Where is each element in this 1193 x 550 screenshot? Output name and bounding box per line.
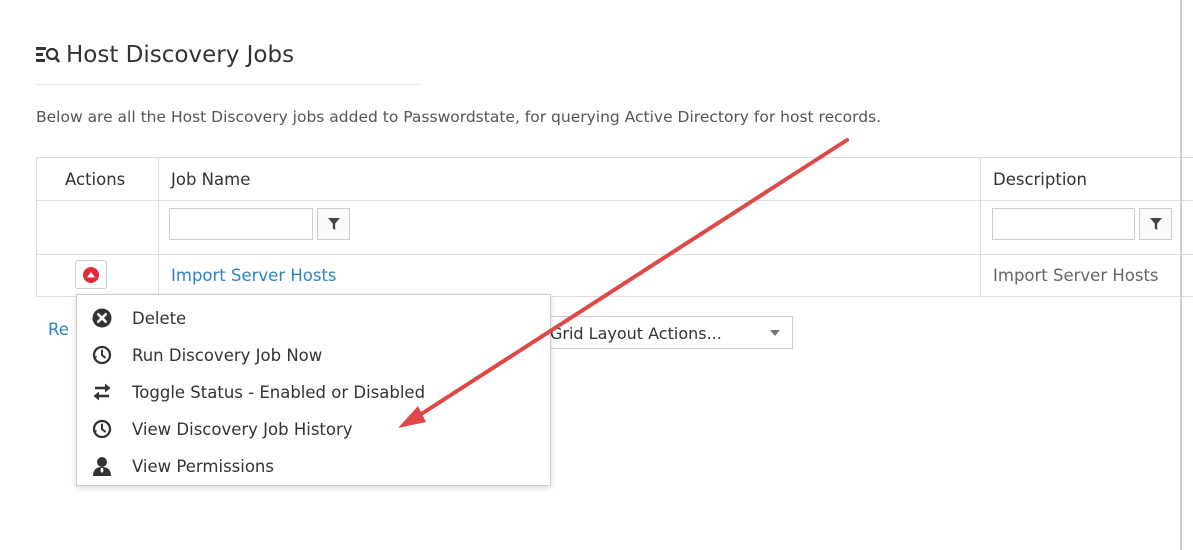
menu-item-delete[interactable]: Delete — [91, 303, 186, 333]
user-permissions-icon — [91, 455, 113, 477]
column-header-job-name[interactable]: Job Name — [171, 170, 250, 189]
delete-circle-icon — [91, 307, 113, 329]
menu-item-label: Toggle Status - Enabled or Disabled — [132, 382, 426, 402]
panel-right-border — [1180, 0, 1182, 550]
menu-item-label: Delete — [132, 308, 187, 328]
clock-icon — [91, 418, 113, 440]
jobs-grid: Actions Job Name Description Import Serv… — [36, 157, 1193, 297]
menu-item-label: View Permissions — [132, 456, 274, 476]
chevron-up-circle-icon — [83, 266, 99, 283]
page-description: Below are all the Host Discovery jobs ad… — [36, 108, 882, 126]
chevron-down-icon — [770, 330, 780, 336]
menu-item-label: Run Discovery Job Now — [132, 345, 323, 365]
filter-icon — [1149, 217, 1162, 230]
menu-item-view-discovery-job-history[interactable]: View Discovery Job History — [91, 414, 353, 444]
row-actions-menu: Delete Run Discovery Job Now Toggle Stat… — [76, 294, 551, 486]
column-header-actions[interactable]: Actions — [65, 170, 125, 189]
table-row: Import Server Hosts Import Server Hosts — [37, 254, 1193, 297]
menu-item-label: View Discovery Job History — [132, 419, 353, 439]
grid-header-row: Actions Job Name Description — [37, 158, 1193, 201]
filter-icon — [327, 217, 340, 230]
menu-item-toggle-status[interactable]: Toggle Status - Enabled or Disabled — [91, 377, 425, 407]
description-filter-input[interactable] — [992, 208, 1135, 240]
job-name-link[interactable]: Import Server Hosts — [171, 266, 337, 285]
page-title: Host Discovery Jobs — [66, 42, 295, 68]
grid-layout-actions-dropdown[interactable]: Grid Layout Actions... — [540, 316, 793, 349]
title-divider — [36, 84, 421, 85]
row-actions-button[interactable] — [75, 260, 107, 289]
description-filter-button[interactable] — [1139, 208, 1172, 240]
clock-icon — [91, 344, 113, 366]
job-name-filter-input[interactable] — [169, 208, 313, 240]
menu-item-run-discovery-job-now[interactable]: Run Discovery Job Now — [91, 340, 322, 370]
swap-arrows-icon — [91, 381, 113, 403]
job-name-filter-button[interactable] — [317, 208, 350, 240]
column-header-description[interactable]: Description — [993, 170, 1087, 189]
search-list-icon — [36, 47, 60, 63]
grid-layout-actions-label: Grid Layout Actions... — [550, 324, 722, 343]
job-description-cell: Import Server Hosts — [993, 266, 1159, 285]
grid-filter-row — [37, 200, 1193, 255]
page-title-area: Host Discovery Jobs — [36, 42, 294, 68]
refresh-link[interactable]: Re — [48, 320, 69, 339]
menu-item-view-permissions[interactable]: View Permissions — [91, 451, 274, 481]
